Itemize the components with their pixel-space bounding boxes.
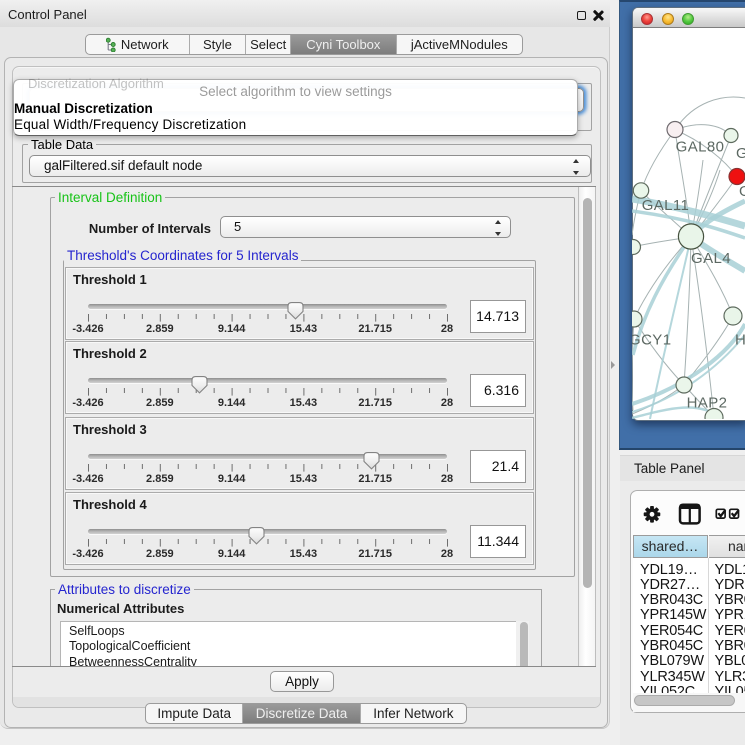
svg-text:GAL4: GAL4 xyxy=(691,250,731,267)
svg-text:GAL2: GAL2 xyxy=(739,183,745,200)
svg-text:HAP2: HAP2 xyxy=(687,395,728,412)
svg-text:GAL80: GAL80 xyxy=(676,139,725,156)
svg-text:GAL11: GAL11 xyxy=(642,197,690,214)
svg-text:GCY1: GCY1 xyxy=(632,332,671,349)
svg-text:GAL7: GAL7 xyxy=(736,145,745,162)
svg-text:HIS4: HIS4 xyxy=(735,332,745,349)
